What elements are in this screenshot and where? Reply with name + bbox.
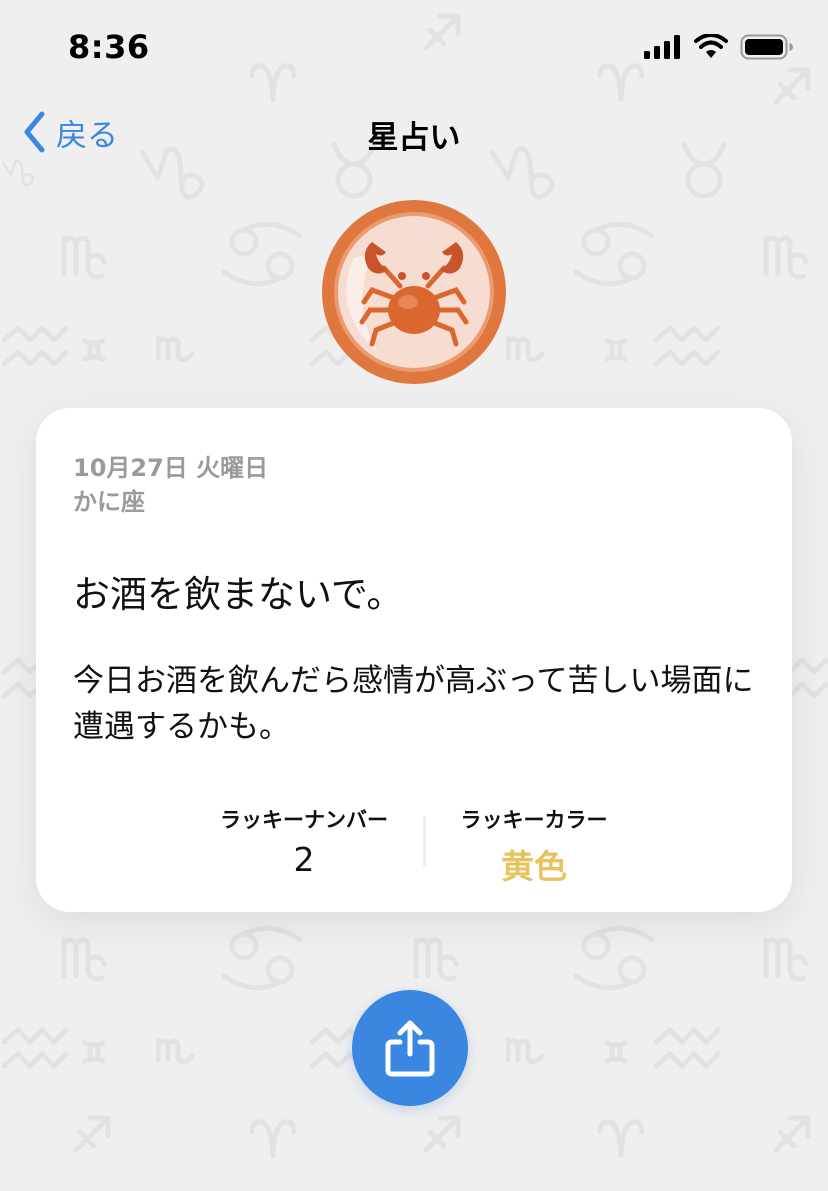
aquarius-symbol-icon [653,1027,721,1069]
gemini-symbol-icon [82,1040,106,1064]
virgo-symbol-icon [763,937,809,982]
status-icons [644,34,794,60]
fortune-card: 10月27日 火曜日 かに座 お酒を飲まないで。 今日お酒を飲んだら感情が高ぶっ… [36,408,792,912]
aries-symbol-icon [597,1119,645,1158]
fortune-date: 10月27日 火曜日 [73,454,269,482]
cancer-symbol-icon [221,925,303,991]
lucky-color: ラッキーカラー 黄色 [434,804,634,888]
aries-symbol-icon [249,1119,297,1158]
aquarius-symbol-icon [1,325,69,367]
status-bar: 8:36 [0,0,828,96]
sagittarius-symbol-icon [773,1115,811,1153]
scorpio-symbol-icon [506,1037,545,1065]
navigation-bar: 戻る 星占い [0,96,828,166]
scorpio-symbol-icon [156,335,195,363]
gemini-symbol-icon [604,1040,628,1064]
virgo-symbol-icon [763,235,809,280]
page-title: 星占い [367,120,461,156]
gemini-symbol-icon [82,338,106,362]
zodiac-sign-name: かに座 [73,488,145,516]
lucky-number-label: ラッキーナンバー [220,808,388,832]
virgo-symbol-icon [413,937,459,982]
fortune-description: 今日お酒を飲んだら感情が高ぶって苦しい場面に遭遇するかも。 [73,663,754,745]
lucky-color-value: 黄色 [501,847,567,886]
fortune-headline: お酒を飲まないで。 [73,573,404,616]
cancer-symbol-icon [573,925,655,991]
sagittarius-symbol-icon [423,1115,461,1153]
horoscope-screen: 8:36 戻る 星占い 10月27日 火曜日 かに座 お酒を飲まないで。 今日お… [0,0,828,1191]
gemini-symbol-icon [604,338,628,362]
cancer-symbol-icon [573,221,655,287]
aquarius-symbol-icon [1,1027,69,1069]
cellular-signal-icon [644,35,680,59]
battery-icon [740,34,793,60]
wifi-icon [694,34,728,58]
scorpio-symbol-icon [156,1037,195,1065]
divider [423,816,426,866]
lucky-number-value: 2 [293,840,315,879]
virgo-symbol-icon [61,937,107,982]
share-button[interactable] [352,990,468,1106]
scorpio-symbol-icon [506,335,545,363]
lucky-color-label: ラッキーカラー [460,808,608,832]
cancer-symbol-icon [221,221,303,287]
share-icon [385,1020,435,1077]
sagittarius-symbol-icon [73,1115,111,1153]
lucky-number: ラッキーナンバー 2 [204,804,404,879]
virgo-symbol-icon [61,235,107,280]
aquarius-symbol-icon [653,325,721,367]
status-time: 8:36 [68,28,150,66]
crab-icon [322,200,506,384]
